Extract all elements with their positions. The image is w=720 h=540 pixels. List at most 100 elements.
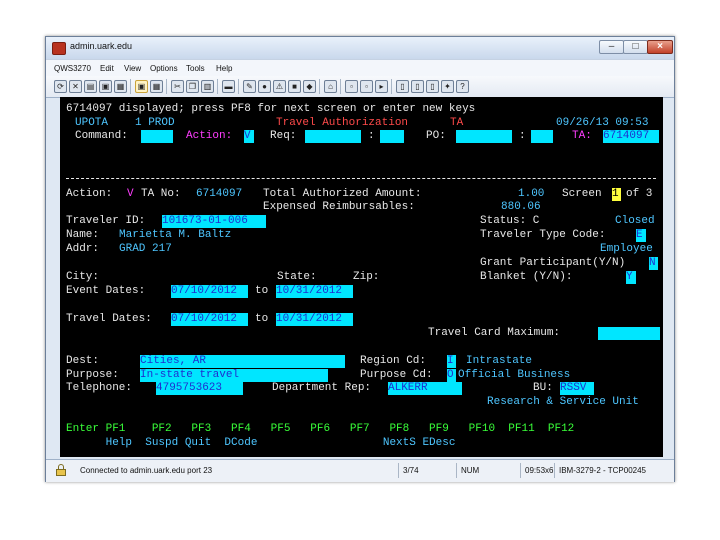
event-from-field[interactable]: 07/10/2012 — [171, 285, 248, 298]
toolbar: ⟳ ✕ ▤ ▣ ▦ ▣ ▦ ✂ ❐ ▥ ▬ ✎ ● ⚠ ■ ◆ ⌂ ▫ ▫ ▸ … — [46, 76, 674, 98]
status-label: Status: C — [480, 215, 540, 227]
name-value: Marietta M. Baltz — [119, 229, 232, 241]
action-label: Action: — [186, 130, 233, 142]
stop-icon[interactable]: ■ — [288, 80, 301, 93]
warning-icon[interactable]: ⚠ — [273, 80, 286, 93]
region-cd-label: Region Cd: — [360, 355, 427, 367]
expensed-value: 880.06 — [501, 201, 541, 213]
record-icon[interactable]: ● — [258, 80, 271, 93]
travel-card-field[interactable] — [598, 327, 660, 340]
status-bar: Connected to admin.uark.edu port 23 3/74… — [46, 459, 674, 482]
cut-icon[interactable]: ✂ — [171, 80, 184, 93]
paste-icon[interactable]: ▥ — [201, 80, 214, 93]
menu-help[interactable]: Help — [216, 64, 232, 73]
terminal-screen[interactable]: 6714097 displayed; press PF8 for next sc… — [60, 97, 663, 457]
screen1-icon[interactable]: ▫ — [345, 80, 358, 93]
print-icon[interactable]: ▤ — [84, 80, 97, 93]
req-suffix-field[interactable] — [380, 130, 404, 143]
traveler-type-field[interactable]: E — [636, 229, 646, 242]
toolbar-divider — [340, 79, 341, 94]
menu-options[interactable]: Options — [150, 64, 178, 73]
dest-label: Dest: — [66, 355, 100, 367]
ta-field[interactable]: 6714097 — [603, 130, 659, 143]
bu-name: Research & Service Unit — [487, 396, 639, 408]
window-title: admin.uark.edu — [70, 41, 133, 51]
purpose-field[interactable]: In-state travel — [140, 369, 328, 382]
travel-to-field[interactable]: 10/31/2012 — [276, 313, 353, 326]
menu-tools[interactable]: Tools — [186, 64, 205, 73]
toolbar-divider — [391, 79, 392, 94]
menu-view[interactable]: View — [124, 64, 141, 73]
display-icon[interactable]: ▣ — [135, 80, 148, 93]
keyboard-icon[interactable]: ▬ — [222, 80, 235, 93]
system-id: UPOTA — [75, 117, 109, 129]
expensed-label: Expensed Reimbursables: — [263, 201, 415, 213]
disconnect-icon[interactable]: ✕ — [69, 80, 82, 93]
event-to-field[interactable]: 10/31/2012 — [276, 285, 353, 298]
tools-icon[interactable]: ✎ — [243, 80, 256, 93]
toolbar-divider — [238, 79, 239, 94]
menu-edit[interactable]: Edit — [100, 64, 114, 73]
purpose-cd-desc: Official Business — [458, 369, 571, 381]
req-field[interactable] — [305, 130, 361, 143]
blanket-field[interactable]: Y — [626, 271, 636, 284]
screen-of: of 3 — [626, 188, 653, 200]
save-icon[interactable]: ▣ — [99, 80, 112, 93]
command-field[interactable] — [141, 130, 173, 143]
req-label: Req: — [270, 130, 297, 142]
screen2-icon[interactable]: ▫ — [360, 80, 373, 93]
total-authorized-label: Total Authorized Amount: — [263, 188, 422, 200]
dept-rep-field[interactable]: ALKERR — [388, 382, 462, 395]
action-field[interactable]: V — [244, 130, 254, 143]
po-suffix-field[interactable] — [531, 130, 553, 143]
dest-field[interactable]: Cities, AR — [140, 355, 345, 368]
grant-participant-label: Grant Participant(Y/N) — [480, 257, 626, 269]
lock-icon — [56, 464, 66, 476]
screen-current: 1 — [612, 188, 621, 201]
req-separator: : — [368, 130, 375, 142]
screen5-icon[interactable]: ▯ — [411, 80, 424, 93]
blanket-label: Blanket (Y/N): — [480, 271, 573, 283]
plugin-icon[interactable]: ✦ — [441, 80, 454, 93]
copy-screen-icon[interactable]: ▦ — [114, 80, 127, 93]
po-field[interactable] — [456, 130, 512, 143]
pf-key-row[interactable]: Enter PF1 PF2 PF3 PF4 PF5 PF6 PF7 PF8 PF… — [66, 423, 574, 436]
screen3-icon[interactable]: ▸ — [375, 80, 388, 93]
event-to-word: to — [255, 285, 269, 297]
maximize-button[interactable]: □ — [623, 40, 648, 54]
settings-grid-icon[interactable]: ▦ — [150, 80, 163, 93]
action-line-label: Action: — [66, 188, 113, 200]
name-label: Name: — [66, 229, 100, 241]
toolbar-divider — [217, 79, 218, 94]
toolbar-divider — [130, 79, 131, 94]
region-cd-field[interactable]: I — [447, 355, 456, 368]
traveler-id-field[interactable]: 101673-01-006 — [162, 215, 266, 228]
telephone-label: Telephone: — [66, 382, 133, 394]
screen4-icon[interactable]: ▯ — [396, 80, 409, 93]
traveler-type-label: Traveler Type Code: — [480, 229, 606, 241]
travel-from-field[interactable]: 07/10/2012 — [171, 313, 248, 326]
menu-bar: QWS3270 Edit View Options Tools Help — [46, 59, 674, 77]
minimize-button[interactable]: – — [599, 40, 624, 54]
macro-icon[interactable]: ◆ — [303, 80, 316, 93]
zip-label: Zip: — [353, 271, 380, 283]
cursor-position: 3/74 — [398, 463, 419, 478]
screen6-icon[interactable]: ▯ — [426, 80, 439, 93]
message-line: 6714097 displayed; press PF8 for next sc… — [66, 103, 476, 115]
menu-qws3270[interactable]: QWS3270 — [54, 64, 91, 73]
grant-participant-field[interactable]: N — [649, 257, 658, 270]
total-authorized-value: 1.00 — [518, 188, 545, 200]
home-icon[interactable]: ⌂ — [324, 80, 337, 93]
ta-no-label: TA No: — [141, 188, 181, 200]
title-bar[interactable]: admin.uark.edu – □ × — [46, 37, 674, 59]
connect-icon[interactable]: ⟳ — [54, 80, 67, 93]
purpose-label: Purpose: — [66, 369, 119, 381]
terminal-model: IBM-3279-2 - TCP00245 — [554, 463, 646, 478]
close-button[interactable]: × — [647, 40, 673, 54]
copy-icon[interactable]: ❐ — [186, 80, 199, 93]
bu-field[interactable]: RSSV — [560, 382, 594, 395]
command-label: Command: — [75, 130, 128, 142]
telephone-field[interactable]: 4795753623 — [156, 382, 243, 395]
purpose-cd-field[interactable]: O — [447, 369, 456, 382]
help-icon[interactable]: ? — [456, 80, 469, 93]
